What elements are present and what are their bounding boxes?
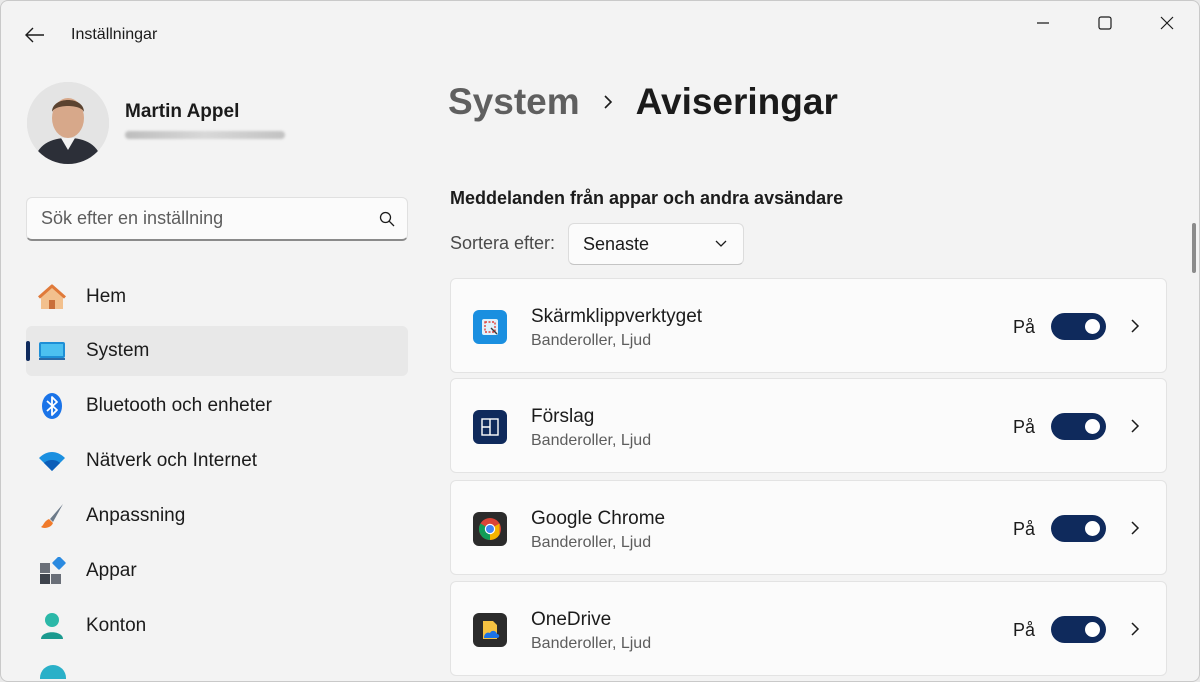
notification-toggle[interactable] xyxy=(1051,413,1106,440)
sidebar-item-apps[interactable]: Appar xyxy=(26,546,408,596)
close-icon xyxy=(1160,16,1174,30)
sidebar-item-system[interactable]: System xyxy=(26,326,408,376)
settings-window: Inställningar Martin Appel Sök efter en … xyxy=(0,0,1200,682)
chevron-right-icon[interactable] xyxy=(1123,414,1147,438)
onedrive-icon xyxy=(473,613,507,647)
chrome-icon xyxy=(473,512,507,546)
app-notification-row[interactable]: Skärmklippverktyget Banderoller, Ljud På xyxy=(450,278,1167,373)
sidebar-item-label: Nätverk och Internet xyxy=(86,450,258,471)
app-subtitle: Banderoller, Ljud xyxy=(531,432,652,449)
app-subtitle: Banderoller, Ljud xyxy=(531,534,652,551)
sidebar-item-home[interactable]: Hem xyxy=(26,272,408,322)
app-name: Förslag xyxy=(531,406,595,427)
user-name: Martin Appel xyxy=(125,101,240,122)
app-name: Google Chrome xyxy=(531,508,666,529)
page-title: Aviseringar xyxy=(635,81,838,122)
chevron-right-icon[interactable] xyxy=(1123,516,1147,540)
app-name: Skärmklippverktyget xyxy=(531,306,703,327)
brush-icon xyxy=(38,502,66,530)
toggle-knob xyxy=(1085,319,1100,334)
sort-value: Senaste xyxy=(583,233,650,254)
sidebar-item-label: Appar xyxy=(86,560,137,581)
search-icon[interactable] xyxy=(379,211,395,227)
notification-toggle[interactable] xyxy=(1051,515,1106,542)
app-notification-row[interactable]: OneDrive Banderoller, Ljud På xyxy=(450,581,1167,676)
app-subtitle: Banderoller, Ljud xyxy=(531,635,652,652)
title-bar: Inställningar xyxy=(1,1,1199,47)
toggle-knob xyxy=(1085,419,1100,434)
search-input[interactable] xyxy=(41,208,379,229)
wifi-icon xyxy=(38,447,66,475)
sidebar-item-label: Hem xyxy=(86,286,127,307)
partially-hidden-nav-icon xyxy=(40,665,66,679)
sidebar-item-bluetooth[interactable]: Bluetooth och enheter xyxy=(26,381,408,431)
toggle-state-label: På xyxy=(1013,620,1036,640)
user-email-redacted xyxy=(125,131,285,139)
sidebar-item-accounts[interactable]: Konton xyxy=(26,601,408,651)
toggle-knob xyxy=(1085,521,1100,536)
sidebar-item-label: Konton xyxy=(86,615,147,636)
snipping-tool-icon xyxy=(473,310,507,344)
account-icon xyxy=(38,612,66,640)
app-title: Inställningar xyxy=(71,26,158,43)
toggle-state-label: På xyxy=(1013,417,1036,437)
toggle-knob xyxy=(1085,622,1100,637)
chevron-down-icon xyxy=(715,240,727,247)
sort-label: Sortera efter: xyxy=(450,233,556,253)
home-icon xyxy=(38,283,66,311)
sidebar-item-personalization[interactable]: Anpassning xyxy=(26,491,408,541)
minimize-icon xyxy=(1037,22,1049,24)
breadcrumb-parent[interactable]: System xyxy=(448,81,580,123)
arrow-left-icon xyxy=(25,27,44,43)
app-notification-row[interactable]: Google Chrome Banderoller, Ljud På xyxy=(450,480,1167,575)
suggestions-icon xyxy=(473,410,507,444)
search-box[interactable] xyxy=(26,197,408,241)
sort-dropdown[interactable]: Senaste xyxy=(568,223,744,265)
avatar-icon xyxy=(27,82,109,164)
notification-toggle[interactable] xyxy=(1051,313,1106,340)
system-icon xyxy=(38,337,66,365)
chevron-right-icon[interactable] xyxy=(1123,617,1147,641)
maximize-icon xyxy=(1098,16,1112,30)
scrollbar-thumb[interactable] xyxy=(1192,223,1196,273)
sidebar-item-label: Bluetooth och enheter xyxy=(86,395,272,416)
sidebar-item-network[interactable]: Nätverk och Internet xyxy=(26,436,408,486)
app-name: OneDrive xyxy=(531,609,612,630)
app-subtitle: Banderoller, Ljud xyxy=(531,332,652,349)
chevron-right-icon[interactable] xyxy=(1123,314,1147,338)
notification-toggle[interactable] xyxy=(1051,616,1106,643)
avatar[interactable] xyxy=(27,82,109,164)
section-title: Meddelanden från appar och andra avsända… xyxy=(450,188,844,208)
breadcrumb: System Aviseringar xyxy=(448,81,838,123)
back-button[interactable] xyxy=(15,17,55,53)
close-button[interactable] xyxy=(1144,7,1190,39)
toggle-state-label: På xyxy=(1013,519,1036,539)
sidebar-item-label: Anpassning xyxy=(86,505,186,526)
maximize-button[interactable] xyxy=(1082,7,1128,39)
apps-icon xyxy=(38,557,66,585)
app-notification-row[interactable]: Förslag Banderoller, Ljud På xyxy=(450,378,1167,473)
minimize-button[interactable] xyxy=(1020,7,1066,39)
chevron-right-icon xyxy=(602,94,614,110)
active-indicator xyxy=(26,341,30,361)
bluetooth-icon xyxy=(38,392,66,420)
toggle-state-label: På xyxy=(1013,317,1036,337)
sidebar-item-label: System xyxy=(86,340,150,361)
